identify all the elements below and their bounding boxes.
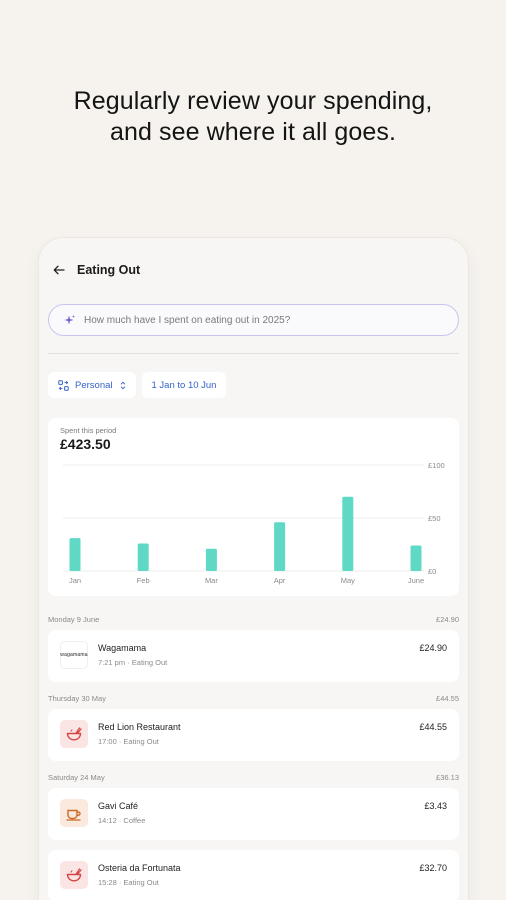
spending-bar-chart: £100 £50 £0 Jan Feb Mar Apr May June [63, 461, 445, 585]
transaction-meta: 15:28 · Eating Out [98, 878, 159, 887]
coffee-cup-icon [60, 799, 88, 827]
spending-chart-card: Spent this period £423.50 £100 £50 £0 Jan Fe… [48, 418, 459, 596]
phone-screen: Eating Out Personal [39, 238, 468, 900]
merchant-logo-text: wagamama [60, 652, 88, 658]
page-title: Eating Out [77, 263, 141, 277]
chart-bar [274, 522, 286, 571]
y-tick-label: £100 [428, 461, 445, 470]
transaction-meta: 14:12 · Coffee [98, 816, 146, 825]
date-group-total: £24.90 [436, 615, 459, 624]
merchant-logo: wagamama [60, 641, 88, 669]
x-tick-label: Feb [137, 576, 150, 585]
chart-bar [410, 545, 422, 571]
merchant-name: Gavi Café [98, 801, 139, 811]
x-tick-label: Jan [69, 576, 81, 585]
transaction-amount: £24.90 [419, 643, 447, 653]
transaction-row[interactable]: Gavi Café 14:12 · Coffee £3.43 [48, 788, 459, 840]
merchant-name: Wagamama [98, 643, 147, 653]
date-group-total: £36.13 [436, 773, 459, 782]
transaction-amount: £44.55 [419, 722, 447, 732]
transaction-row[interactable]: wagamama Wagamama 7:21 pm · Eating Out £24.… [48, 630, 459, 682]
date-group-label: Thursday 30 May [48, 694, 106, 703]
merchant-name: Red Lion Restaurant [98, 722, 181, 732]
x-tick-label: May [341, 576, 355, 585]
x-tick-label: Apr [274, 576, 286, 585]
date-group-header: Saturday 24 May £36.13 [48, 773, 459, 782]
transaction-meta: 7:21 pm · Eating Out [98, 658, 168, 667]
transaction-meta: 17:00 · Eating Out [98, 737, 159, 746]
chart-bar [69, 538, 81, 571]
account-switch-icon [58, 379, 69, 391]
date-group-label: Saturday 24 May [48, 773, 105, 782]
divider [48, 353, 459, 354]
x-tick-label: June [408, 576, 424, 585]
search-input[interactable] [84, 314, 424, 326]
transaction-amount: £3.43 [424, 801, 447, 811]
y-tick-label: £0 [428, 567, 436, 576]
headline: Regularly review your spending, and see … [0, 86, 506, 148]
x-tick-label: Mar [205, 576, 218, 585]
top-bar: Eating Out [53, 260, 140, 280]
bowl-icon [60, 861, 88, 889]
account-filter-chip[interactable]: Personal [48, 372, 136, 398]
back-arrow-icon[interactable] [53, 264, 65, 276]
bowl-icon [60, 720, 88, 748]
chevron-up-down-icon [120, 381, 126, 390]
y-tick-label: £50 [428, 514, 441, 523]
date-range-label: 1 Jan to 10 Jun [151, 379, 217, 391]
chart-bar [342, 496, 354, 571]
sparkle-icon [63, 314, 76, 327]
date-group-header: Monday 9 June £24.90 [48, 615, 459, 624]
ai-search-bar[interactable] [48, 304, 459, 336]
chart-bar [205, 548, 217, 571]
account-filter-label: Personal [75, 379, 113, 391]
merchant-name: Osteria da Fortunata [98, 863, 181, 873]
date-group-header: Thursday 30 May £44.55 [48, 694, 459, 703]
date-group-total: £44.55 [436, 694, 459, 703]
date-range-chip[interactable]: 1 Jan to 10 Jun [141, 372, 227, 398]
filter-bar: Personal 1 Jan to 10 Jun [48, 372, 227, 398]
transaction-row[interactable]: Osteria da Fortunata 15:28 · Eating Out £3… [48, 850, 459, 900]
transaction-row[interactable]: Red Lion Restaurant 17:00 · Eating Out £44… [48, 709, 459, 761]
headline-line-1: Regularly review your spending, [73, 87, 433, 115]
headline-line-2: and see where it all goes. [109, 118, 397, 146]
chart-bar [137, 543, 149, 571]
date-group-label: Monday 9 June [48, 615, 100, 624]
transaction-amount: £32.70 [419, 863, 447, 873]
